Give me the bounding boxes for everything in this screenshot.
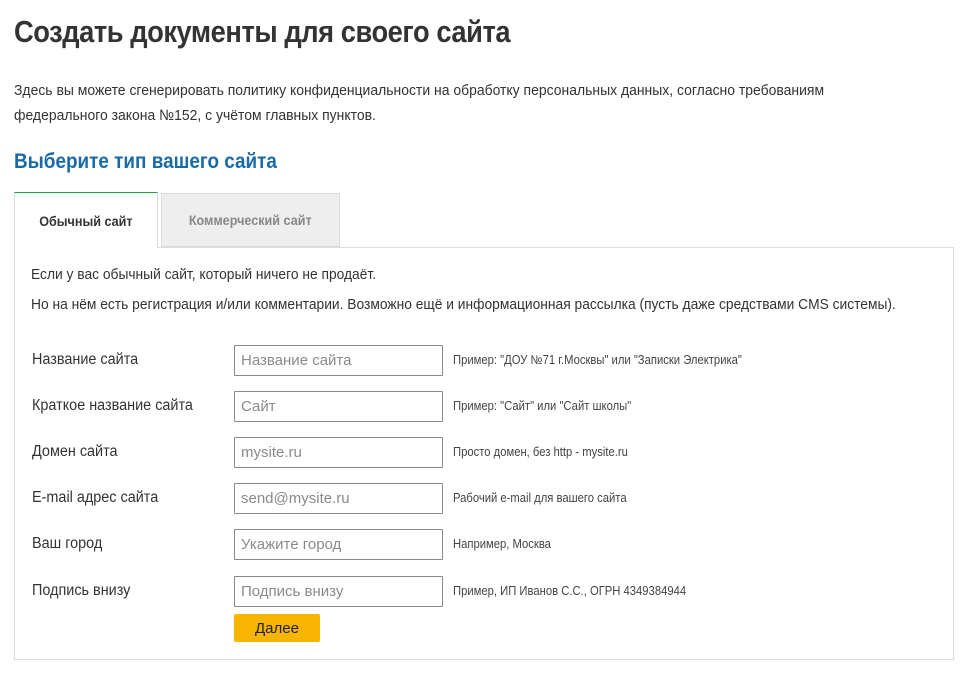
domain-input[interactable] [234,437,443,468]
city-input[interactable] [234,529,443,560]
field-hint: Рабочий e-mail для вашего сайта [453,491,627,505]
tab-panel: Если у вас обычный сайт, который ничего … [14,247,954,660]
field-label: Подпись внизу [32,582,131,599]
field-label: Ваш город [32,535,103,552]
field-hint: Пример: "Сайт" или "Сайт школы" [453,399,632,413]
form-row-short-name: Краткое название сайта Пример: "Сайт" ил… [15,391,953,423]
site-name-input[interactable] [234,345,443,376]
form-row-email: E-mail адрес сайта Рабочий e-mail для ва… [15,483,953,515]
page-title: Создать документы для своего сайта [14,14,511,49]
form-row-city: Ваш город Например, Москва [15,529,953,561]
intro-text: Здесь вы можете сгенерировать политику к… [14,78,851,128]
panel-description-line: Но на нём есть регистрация и/или коммент… [31,296,896,313]
section-title: Выберите тип вашего сайта [14,150,277,173]
field-hint: Пример: "ДОУ №71 г.Москвы" или "Записки … [453,353,742,367]
field-label: Название сайта [32,351,139,368]
tab-regular-site[interactable]: Обычный сайт [14,192,158,248]
field-label: E-mail адрес сайта [32,489,159,506]
field-hint: Например, Москва [453,537,551,551]
tab-commercial-site[interactable]: Коммерческий сайт [161,193,340,247]
intro-line: Здесь вы можете сгенерировать политику к… [14,82,825,99]
form-row-site-name: Название сайта Пример: "ДОУ №71 г.Москвы… [15,345,953,377]
field-label: Домен сайта [32,443,118,460]
field-hint: Пример, ИП Иванов С.С., ОГРН 4349384944 [453,584,687,598]
tab-label: Коммерческий сайт [189,212,312,228]
email-input[interactable] [234,483,443,514]
next-button[interactable]: Далее [234,614,320,642]
form-row-signature: Подпись внизу Пример, ИП Иванов С.С., ОГ… [15,576,953,608]
panel-description-line: Если у вас обычный сайт, который ничего … [31,266,377,283]
tab-label: Обычный сайт [39,212,133,229]
signature-input[interactable] [234,576,443,607]
intro-line: федерального закона №152, с учётом главн… [14,107,376,124]
field-hint: Просто домен, без http - mysite.ru [453,445,628,459]
short-name-input[interactable] [234,391,443,422]
form-row-domain: Домен сайта Просто домен, без http - mys… [15,437,953,469]
field-label: Краткое название сайта [32,397,193,414]
